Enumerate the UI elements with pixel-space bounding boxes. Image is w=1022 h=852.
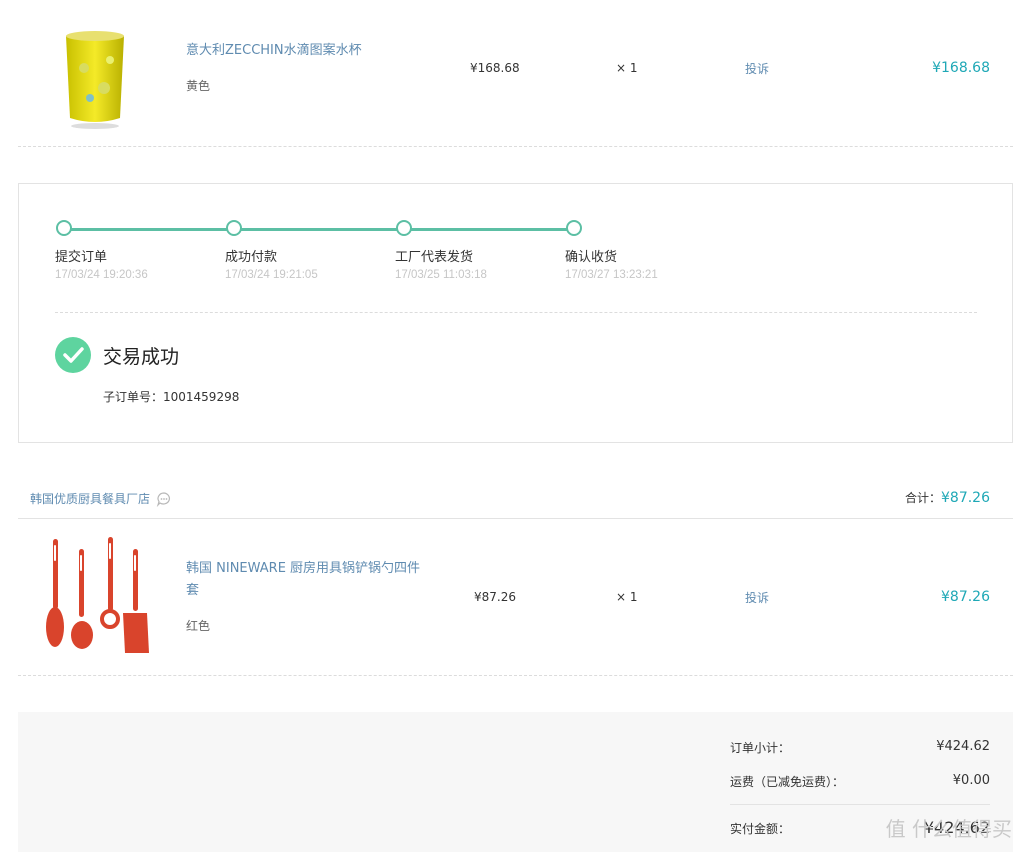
site-watermark: 值 什么值得买 <box>885 817 1012 841</box>
product-qty: × 1 <box>616 61 638 75</box>
step-node-1 <box>56 220 72 236</box>
divider <box>18 146 1013 147</box>
step-label: 工厂代表发货 <box>395 250 474 265</box>
shipping-label: 运费（已减免运费）： <box>730 775 845 789</box>
complain-link[interactable]: 投诉 <box>745 60 769 77</box>
paid-label: 实付金额： <box>730 822 791 836</box>
subtotal-value: ¥424.62 <box>936 739 990 754</box>
shop-name-text[interactable]: 韩国优质厨具餐具厂店 <box>30 490 150 507</box>
product-image-utensils[interactable] <box>45 535 153 657</box>
complain-link[interactable]: 投诉 <box>745 589 769 606</box>
chat-icon[interactable] <box>156 491 172 507</box>
step-label: 成功付款 <box>225 250 278 265</box>
step-time: 17/03/27 13:23:21 <box>565 269 658 281</box>
product-price: ¥87.26 <box>474 590 516 604</box>
divider <box>55 312 977 313</box>
product-price: ¥168.68 <box>470 61 520 75</box>
step-label: 提交订单 <box>55 250 108 265</box>
step-node-3 <box>396 220 412 236</box>
suborder-number: 子订单号：1001459298 <box>103 390 240 404</box>
step-node-4 <box>566 220 582 236</box>
product-row-1: 意大利ZECCHIN水滴图案水杯 黄色 ¥168.68 × 1 投诉 ¥168.… <box>0 0 1022 146</box>
step-time: 17/03/24 19:20:36 <box>55 269 148 281</box>
subtotal-label: 订单小计： <box>730 741 791 755</box>
step-label: 确认收货 <box>565 250 618 265</box>
product-name[interactable]: 意大利ZECCHIN水滴图案水杯 <box>186 40 426 62</box>
success-check-icon <box>55 337 91 373</box>
shop-name[interactable]: 韩国优质厨具餐具厂店 <box>30 490 172 507</box>
product-total: ¥87.26 <box>941 589 990 605</box>
shipping-value: ¥0.00 <box>952 773 990 788</box>
step-node-2 <box>226 220 242 236</box>
product-total: ¥168.68 <box>932 60 990 76</box>
shop-sum-label: 合计： <box>904 491 941 505</box>
summary-divider <box>730 804 990 805</box>
product-name[interactable]: 韩国 NINEWARE 厨房用具锅铲锅勺四件套 <box>186 558 431 602</box>
progress-track <box>64 228 574 231</box>
shop-divider <box>18 518 1013 519</box>
product-image-cup[interactable] <box>60 28 130 132</box>
product-variant: 黄色 <box>186 79 211 93</box>
product-qty: × 1 <box>616 590 638 604</box>
shop-sum: 合计：¥87.26 <box>905 489 990 506</box>
shop-sum-value: ¥87.26 <box>941 490 990 506</box>
product-variant: 红色 <box>186 619 211 633</box>
trade-status: 交易成功 <box>103 346 180 368</box>
divider <box>18 675 1013 676</box>
step-time: 17/03/25 11:03:18 <box>395 269 487 281</box>
order-summary <box>18 712 1013 852</box>
step-time: 17/03/24 19:21:05 <box>225 269 318 281</box>
